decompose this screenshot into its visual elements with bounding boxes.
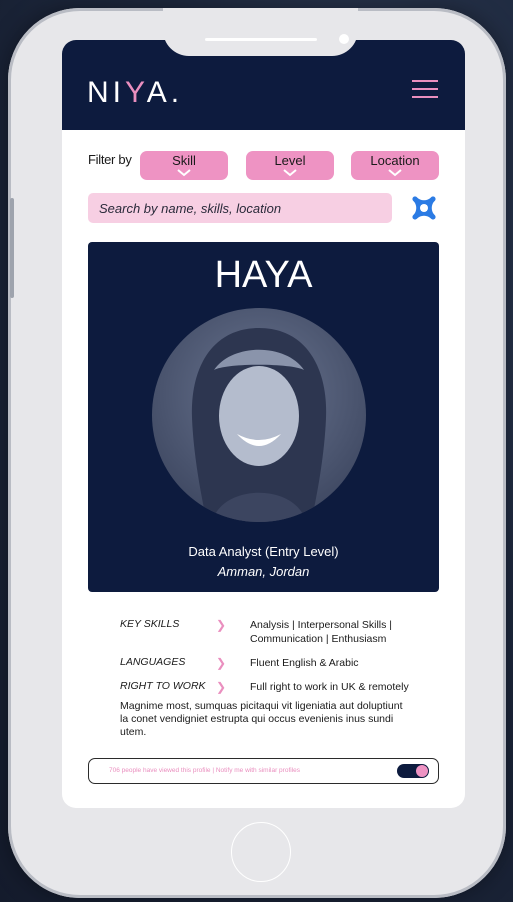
speaker — [205, 38, 317, 41]
profile-location: Amman, Jordan — [217, 564, 310, 579]
chevron-right-icon: ❯ — [216, 618, 227, 632]
detail-label: LANGUAGES — [120, 656, 186, 668]
profile-description: Magnime most, sumquas picitaqui vit lige… — [120, 700, 403, 738]
camera — [339, 34, 349, 44]
chevron-right-icon: ❯ — [216, 656, 227, 670]
detail-label: KEY SKILLS — [120, 618, 180, 630]
toggle-knob — [416, 765, 428, 777]
detail-value: Analysis | Interpersonal Skills | Commun… — [250, 619, 393, 645]
filter-skill-dropdown[interactable]: Skill — [140, 151, 228, 180]
search-input[interactable]: Search by name, skills, location — [88, 193, 392, 223]
chevron-right-icon: ❯ — [216, 680, 227, 694]
side-button — [10, 198, 14, 298]
profile-title: Data Analyst (Entry Level) — [188, 544, 339, 559]
clear-search-icon[interactable] — [408, 192, 440, 224]
home-button[interactable] — [231, 822, 291, 882]
filter-location-dropdown[interactable]: Location — [351, 151, 439, 180]
notify-bar: 706 people have viewed this profile | No… — [88, 758, 439, 784]
profile-name: HAYA — [214, 254, 313, 296]
filter-level-dropdown[interactable]: Level — [246, 151, 334, 180]
detail-value: Full right to work in UK & remotely — [250, 681, 409, 693]
logo: NIYA. — [87, 76, 184, 109]
hamburger-menu-icon[interactable] — [412, 80, 438, 100]
notify-toggle[interactable] — [397, 764, 429, 778]
chevron-down-icon — [388, 169, 402, 177]
app-screen: NIYA. Filter by Skill Level Location Sea… — [62, 40, 465, 808]
notify-text: 706 people have viewed this profile | No… — [109, 767, 300, 774]
filter-label: Filter by — [88, 152, 132, 167]
profile-card[interactable]: HAYA Data Analyst (Entry Level) Amman, J… — [88, 242, 439, 592]
detail-label: RIGHT TO WORK — [120, 680, 206, 692]
phone-notch — [163, 8, 358, 56]
profile-photo — [152, 308, 366, 522]
chevron-down-icon — [283, 169, 297, 177]
detail-value: Fluent English & Arabic — [250, 657, 359, 669]
chevron-down-icon — [177, 169, 191, 177]
